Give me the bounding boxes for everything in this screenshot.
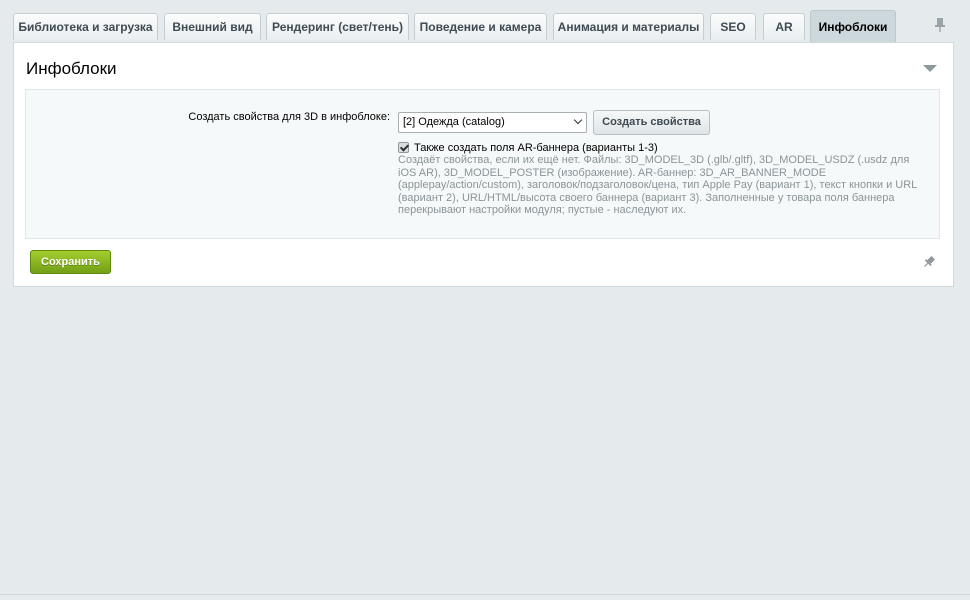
save-button[interactable]: Сохранить xyxy=(30,250,111,274)
iblock-field-label: Создать свойства для 3D в инфоблоке: xyxy=(188,111,390,123)
pin-icon[interactable] xyxy=(922,255,936,269)
tab-bar: Библиотека и загрузка Внешний вид Рендер… xyxy=(13,10,957,42)
hint-text: Создаёт свойства, если их ещё нет. Файлы… xyxy=(398,154,917,216)
tab-ar[interactable]: AR xyxy=(763,13,805,40)
create-properties-button[interactable]: Создать свойства xyxy=(593,110,710,135)
tab-seo[interactable]: SEO xyxy=(710,13,756,40)
iblock-select-value: [2] Одежда (catalog) xyxy=(403,116,505,128)
pin-icon[interactable] xyxy=(934,17,946,33)
iblocks-panel: Инфоблоки Создать свойства для 3D в инфо… xyxy=(13,42,954,287)
tab-appearance[interactable]: Внешний вид xyxy=(164,13,261,40)
ar-banner-checkbox-label[interactable]: Также создать поля AR-баннера (варианты … xyxy=(414,142,658,154)
panel-title: Инфоблоки xyxy=(26,59,117,78)
tab-rendering[interactable]: Рендеринг (свет/тень) xyxy=(266,13,409,40)
chevron-down-icon xyxy=(573,115,583,125)
ar-banner-checkbox[interactable] xyxy=(398,142,409,153)
footer-divider xyxy=(0,594,970,595)
tab-library-upload[interactable]: Библиотека и загрузка xyxy=(13,13,158,40)
iblock-select[interactable]: [2] Одежда (catalog) xyxy=(398,112,587,133)
settings-section: Создать свойства для 3D в инфоблоке: [2]… xyxy=(25,89,940,239)
collapse-arrow-icon[interactable] xyxy=(923,65,937,72)
tab-animation-materials[interactable]: Анимация и материалы xyxy=(553,13,704,40)
tab-iblocks[interactable]: Инфоблоки xyxy=(810,10,896,42)
tab-behavior-camera[interactable]: Поведение и камера xyxy=(414,13,547,40)
